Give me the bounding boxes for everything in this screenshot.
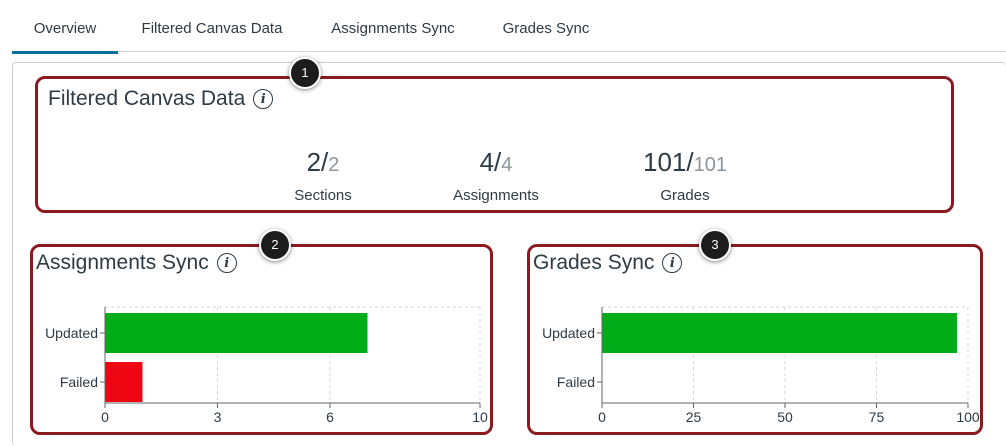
info-icon[interactable]: i bbox=[216, 253, 237, 273]
grades-sync-title: Grades Sync i bbox=[533, 251, 683, 275]
stat-sections-value: 2/2 bbox=[306, 147, 340, 177]
tab-filtered-canvas-data[interactable]: Filtered Canvas Data bbox=[120, 0, 304, 54]
info-icon[interactable]: i bbox=[253, 89, 274, 109]
stat-assignments-value: 4/4 bbox=[479, 147, 513, 177]
x-tick-label-50: 50 bbox=[777, 409, 793, 425]
x-tick-label-75: 75 bbox=[869, 409, 885, 425]
stat-grades: 101/101 Grades bbox=[605, 147, 765, 204]
callout-badge-3: 3 bbox=[699, 229, 731, 261]
tab-assignments-sync[interactable]: Assignments Sync bbox=[308, 0, 478, 54]
assignments-sync-chart: Updated Failed 0 3 6 10 bbox=[45, 306, 488, 425]
grades-sync-title-text: Grades Sync bbox=[533, 251, 655, 274]
x-tick-label-0: 0 bbox=[598, 409, 606, 425]
assignments-sync-title: Assignments Sync i bbox=[36, 251, 237, 275]
x-tick-label-0: 0 bbox=[101, 409, 109, 425]
filtered-data-card: Filtered Canvas Data i 2/2 Sections 4/4 … bbox=[35, 76, 954, 213]
callout-badge-2: 2 bbox=[259, 229, 291, 261]
stat-assignments-label: Assignments bbox=[453, 187, 539, 204]
grades-sync-chart: Updated Failed 0 25 50 75 100 bbox=[542, 306, 980, 425]
x-tick-label-6: 6 bbox=[326, 409, 334, 425]
stat-grades-label: Grades bbox=[660, 187, 710, 204]
tab-bar: Overview Filtered Canvas Data Assignment… bbox=[0, 0, 1006, 54]
bar-updated bbox=[105, 313, 368, 353]
filtered-data-title: Filtered Canvas Data i bbox=[48, 87, 274, 111]
tab-overview[interactable]: Overview bbox=[12, 0, 118, 54]
info-icon[interactable]: i bbox=[662, 253, 683, 273]
bar-failed bbox=[105, 362, 143, 402]
y-tick-label-updated: Updated bbox=[45, 325, 98, 341]
filtered-data-title-text: Filtered Canvas Data bbox=[48, 87, 246, 110]
y-tick-label-failed: Failed bbox=[60, 374, 98, 390]
bar-updated bbox=[602, 313, 958, 353]
stat-sections-label: Sections bbox=[294, 187, 352, 204]
stat-sections: 2/2 Sections bbox=[243, 147, 403, 204]
x-tick-label-3: 3 bbox=[214, 409, 222, 425]
x-tick-label-25: 25 bbox=[686, 409, 702, 425]
tab-grades-sync[interactable]: Grades Sync bbox=[482, 0, 610, 54]
y-tick-label-updated: Updated bbox=[542, 325, 595, 341]
stat-assignments: 4/4 Assignments bbox=[416, 147, 576, 204]
assignments-sync-title-text: Assignments Sync bbox=[36, 251, 209, 274]
x-tick-label-100: 100 bbox=[956, 409, 980, 425]
y-tick-label-failed: Failed bbox=[557, 374, 595, 390]
x-tick-label-10: 10 bbox=[472, 409, 488, 425]
callout-badge-1: 1 bbox=[289, 57, 321, 89]
stat-grades-value: 101/101 bbox=[643, 147, 727, 177]
